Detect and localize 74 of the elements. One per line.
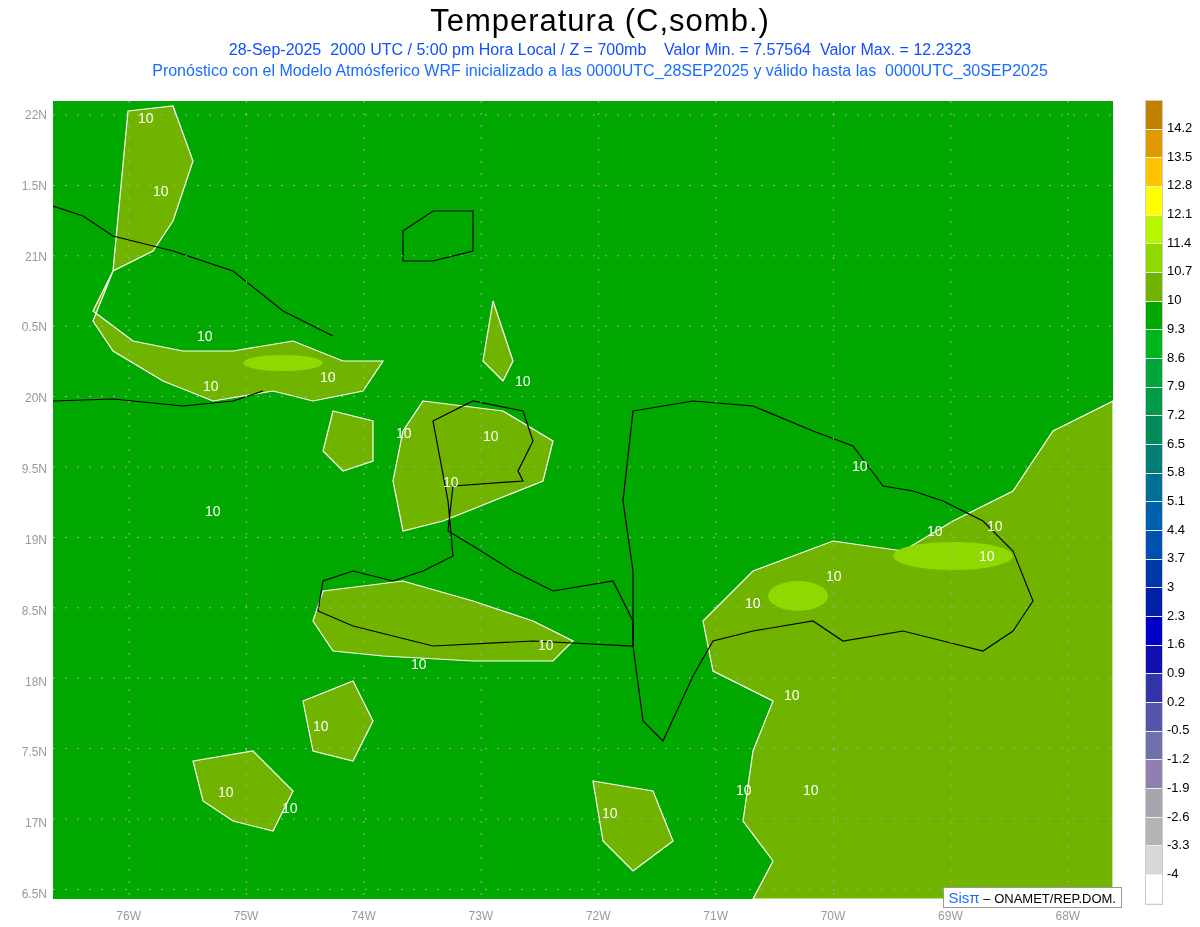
contour-label: 10 bbox=[443, 474, 459, 490]
credit-label: Sisπ – ONAMET/REP.DOM. bbox=[942, 887, 1122, 908]
longitude-label: 75W bbox=[232, 908, 260, 923]
contour-label: 10 bbox=[852, 458, 868, 474]
latitude-label: 1.5N bbox=[21, 177, 47, 194]
subtitle-text: Pronóstico con el Modelo Atmósferico WRF inicializado a las 0000UTC_28SEP2025 y válido hasta las 0000UTC_30SEP2025 bbox=[152, 61, 1048, 81]
contour-label: 10 bbox=[826, 568, 842, 584]
scale-label: 10.7 bbox=[1167, 262, 1193, 281]
latitude-label: 7.5N bbox=[21, 744, 47, 761]
longitude-label: 71W bbox=[702, 908, 729, 923]
scale-label: 5.8 bbox=[1167, 463, 1187, 482]
contour-label: 10 bbox=[218, 784, 234, 800]
contour-label: 10 bbox=[483, 428, 499, 444]
latitude-label: 21N bbox=[25, 248, 47, 265]
latitude-label: 0.5N bbox=[21, 319, 47, 336]
contour-label: 10 bbox=[197, 328, 213, 344]
contour-label: 10 bbox=[282, 800, 298, 816]
scale-label: 14.2 bbox=[1167, 119, 1193, 137]
latitude-label: 17N bbox=[25, 815, 47, 832]
scale-label: 0.9 bbox=[1167, 664, 1187, 683]
longitude-label: 70W bbox=[819, 908, 847, 923]
scale-label: -2.6 bbox=[1167, 807, 1191, 826]
contour-label: 10 bbox=[784, 687, 800, 703]
contour-label: 10 bbox=[979, 548, 995, 564]
scale-label: -4 bbox=[1167, 864, 1180, 883]
scale-label: -0.5 bbox=[1167, 721, 1191, 740]
contour-label: 10 bbox=[138, 110, 154, 126]
contour-label: 10 bbox=[320, 369, 336, 385]
longitude-label: 72W bbox=[584, 908, 612, 923]
latitude-label: 19N bbox=[25, 531, 47, 548]
scale-label: 2.3 bbox=[1167, 606, 1187, 625]
subtitle-text: 28-Sep-2025 2000 UTC / 5:00 pm Hora Local / Z = 700mb Valor Min. = 7.57564 Valor Max. = 12.2323 bbox=[228, 40, 972, 60]
scale-label: 10 bbox=[1167, 291, 1183, 310]
longitude-label: 73W bbox=[467, 908, 495, 923]
scale-label: 1.6 bbox=[1167, 635, 1187, 654]
latitude-label: 9.5N bbox=[21, 461, 47, 478]
contour-label: 10 bbox=[745, 595, 761, 611]
latitude-label: 6.5N bbox=[21, 885, 47, 902]
scale-label: 7.2 bbox=[1167, 405, 1187, 424]
scale-label: 3.7 bbox=[1167, 549, 1187, 568]
scale-label: -1.9 bbox=[1167, 778, 1191, 797]
latitude-label: 18N bbox=[25, 673, 47, 690]
latitude-label: 8.5N bbox=[21, 602, 47, 619]
longitude-label: 76W bbox=[115, 908, 143, 923]
contour-label: 10 bbox=[987, 518, 1003, 534]
scale-label: 13.5 bbox=[1167, 147, 1193, 166]
latitude-label: 22N bbox=[25, 107, 47, 123]
contour-label: 10 bbox=[203, 378, 219, 394]
contour-label: 10 bbox=[205, 503, 221, 519]
contour-label: 10 bbox=[538, 637, 554, 653]
scale-label: 3 bbox=[1167, 578, 1176, 596]
longitude-label: 68W bbox=[1054, 908, 1082, 923]
contour-label: 10 bbox=[313, 718, 329, 734]
scale-label: 12.8 bbox=[1167, 176, 1193, 195]
scale-label: 11.4 bbox=[1167, 233, 1193, 252]
scale-label: 12.1 bbox=[1167, 205, 1193, 224]
scale-label: -1.2 bbox=[1167, 750, 1191, 769]
longitude-label: 74W bbox=[350, 908, 377, 923]
chart-title: Temperatura (C,somb.) bbox=[430, 3, 770, 39]
latitude-label: 20N bbox=[25, 390, 47, 407]
scale-label: 6.5 bbox=[1167, 434, 1187, 453]
contour-label: 10 bbox=[153, 183, 169, 199]
scale-label: -3.3 bbox=[1167, 836, 1191, 855]
contour-label: 10 bbox=[803, 782, 819, 798]
scale-label: 9.3 bbox=[1167, 319, 1187, 338]
scale-label: 0.2 bbox=[1167, 692, 1187, 711]
contour-label: 10 bbox=[515, 373, 531, 389]
scale-label: 5.1 bbox=[1167, 491, 1187, 510]
scale-label: 7.9 bbox=[1167, 377, 1187, 396]
contour-label: 10 bbox=[602, 805, 618, 821]
contour-label: 10 bbox=[411, 656, 427, 672]
scale-label: 8.6 bbox=[1167, 348, 1187, 367]
scale-label: 4.4 bbox=[1167, 520, 1187, 539]
longitude-label: 69W bbox=[937, 908, 964, 923]
